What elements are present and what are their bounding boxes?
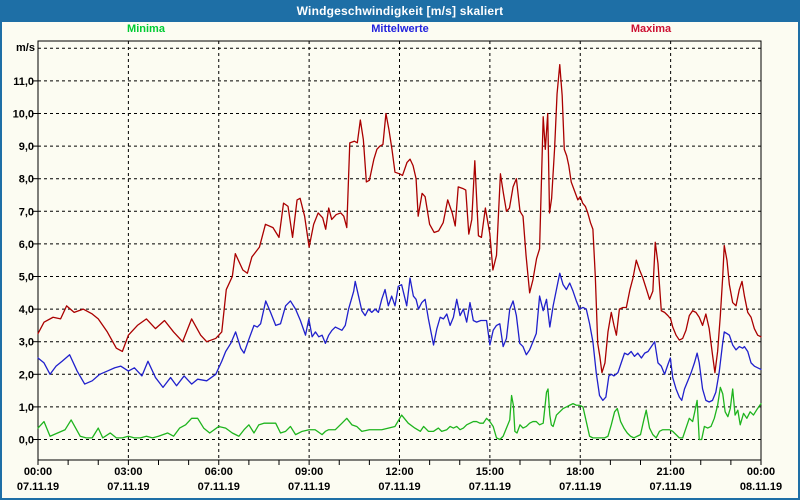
x-tick-time-label: 00:00	[747, 466, 775, 478]
x-tick-date-label: 07.11.19	[469, 481, 511, 493]
app-window: Windgeschwindigkeit [m/s] skaliert Minim…	[0, 0, 800, 500]
x-tick-time-label: 06:00	[205, 466, 233, 478]
y-tick-label: 6,0	[19, 239, 34, 251]
legend-minima-label: Minima	[127, 23, 165, 35]
x-tick-date-label: 07.11.19	[17, 481, 59, 493]
x-tick-time-label: 03:00	[114, 466, 142, 478]
y-tick-label: 5,0	[19, 272, 34, 284]
x-tick-date-label: 07.11.19	[198, 481, 240, 493]
y-axis: 0,0 1,0 2,0 3,0 4,0 5,0 6,0 7,0 8,0 9,0 10,0 11,0 m/…	[13, 42, 38, 447]
legend-maxima-label: Maxima	[630, 23, 672, 35]
window-title: Windgeschwindigkeit [m/s] skaliert	[296, 4, 504, 18]
y-tick-label: 4,0	[19, 304, 34, 316]
y-axis-unit-label: m/s	[16, 42, 35, 54]
x-tick-time-label: 21:00	[657, 466, 685, 478]
x-tick-time-label: 00:00	[24, 466, 52, 478]
x-axis: 00:00 07.11.19 03:00 07.11.19 06:00 07.11.19 0…	[17, 460, 782, 493]
x-tick-time-label: 09:00	[295, 466, 323, 478]
x-tick-date-label: 07.11.19	[650, 481, 692, 493]
window-titlebar[interactable]: Windgeschwindigkeit [m/s] skaliert	[0, 0, 800, 22]
vertical-gridlines	[127, 41, 672, 460]
x-tick-time-label: 15:00	[476, 466, 504, 478]
y-tick-label: 2,0	[19, 369, 34, 381]
x-tick-date-label: 08.11.19	[740, 481, 782, 493]
x-tick-time-label: 18:00	[566, 466, 594, 478]
y-tick-label: 9,0	[19, 141, 34, 153]
y-tick-label: 10,0	[13, 109, 34, 121]
y-tick-label: 8,0	[19, 174, 34, 186]
y-tick-label: 1,0	[19, 402, 34, 414]
x-tick-date-label: 07.11.19	[378, 481, 420, 493]
y-tick-label: 7,0	[19, 206, 34, 218]
y-tick-label: 11,0	[13, 76, 34, 88]
x-tick-date-label: 07.11.19	[288, 481, 330, 493]
x-tick-time-label: 12:00	[385, 466, 413, 478]
x-tick-date-label: 07.11.19	[559, 481, 601, 493]
wind-speed-chart: 0,0 1,0 2,0 3,0 4,0 5,0 6,0 7,0 8,0 9,0 10,0 11,0 m/…	[13, 40, 782, 493]
horizontal-gridlines	[38, 47, 761, 440]
x-tick-date-label: 07.11.19	[107, 481, 149, 493]
series-maxima-line	[37, 63, 762, 374]
legend-mittelwerte-label: Mittelwerte	[371, 23, 429, 35]
y-tick-label: 3,0	[19, 337, 34, 349]
y-tick-label: 0,0	[19, 435, 34, 447]
